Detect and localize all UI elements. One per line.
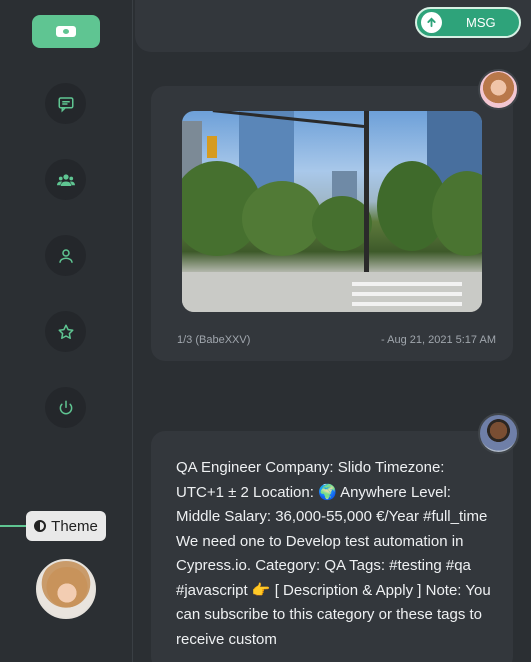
post-counter: 1/3 (BabeXXV) bbox=[177, 334, 251, 346]
post-image[interactable] bbox=[182, 111, 482, 312]
user-icon bbox=[58, 248, 73, 263]
group-icon bbox=[56, 173, 75, 186]
favorites-button[interactable] bbox=[45, 311, 86, 352]
post-card: 1/3 (BabeXXV) - Aug 21, 2021 5:17 AM bbox=[151, 86, 513, 361]
power-icon bbox=[59, 400, 72, 414]
chat-button[interactable] bbox=[45, 83, 86, 124]
msg-label: MSG bbox=[466, 15, 496, 30]
post-text: QA Engineer Company: Slido Timezone: UTC… bbox=[176, 459, 491, 648]
user-avatar[interactable] bbox=[36, 559, 96, 619]
groups-button[interactable] bbox=[45, 159, 86, 200]
half-circle-icon bbox=[34, 520, 47, 532]
theme-label: Theme bbox=[51, 517, 98, 535]
msg-button[interactable]: MSG bbox=[415, 7, 521, 38]
author-avatar[interactable] bbox=[478, 69, 519, 110]
logo-button[interactable] bbox=[32, 15, 100, 48]
theme-indicator bbox=[0, 525, 28, 527]
theme-toggle-button[interactable]: Theme bbox=[26, 511, 106, 541]
star-icon bbox=[58, 324, 73, 339]
post-card: QA Engineer Company: Slido Timezone: UTC… bbox=[151, 431, 513, 662]
author-avatar[interactable] bbox=[478, 413, 519, 454]
chat-icon bbox=[58, 96, 73, 113]
profile-button[interactable] bbox=[45, 235, 86, 276]
logo-icon bbox=[56, 26, 76, 37]
post-timestamp: - Aug 21, 2021 5:17 AM bbox=[381, 334, 496, 346]
sidebar: Theme bbox=[0, 0, 133, 662]
logout-button[interactable] bbox=[45, 387, 86, 428]
arrow-up-icon bbox=[421, 12, 442, 33]
